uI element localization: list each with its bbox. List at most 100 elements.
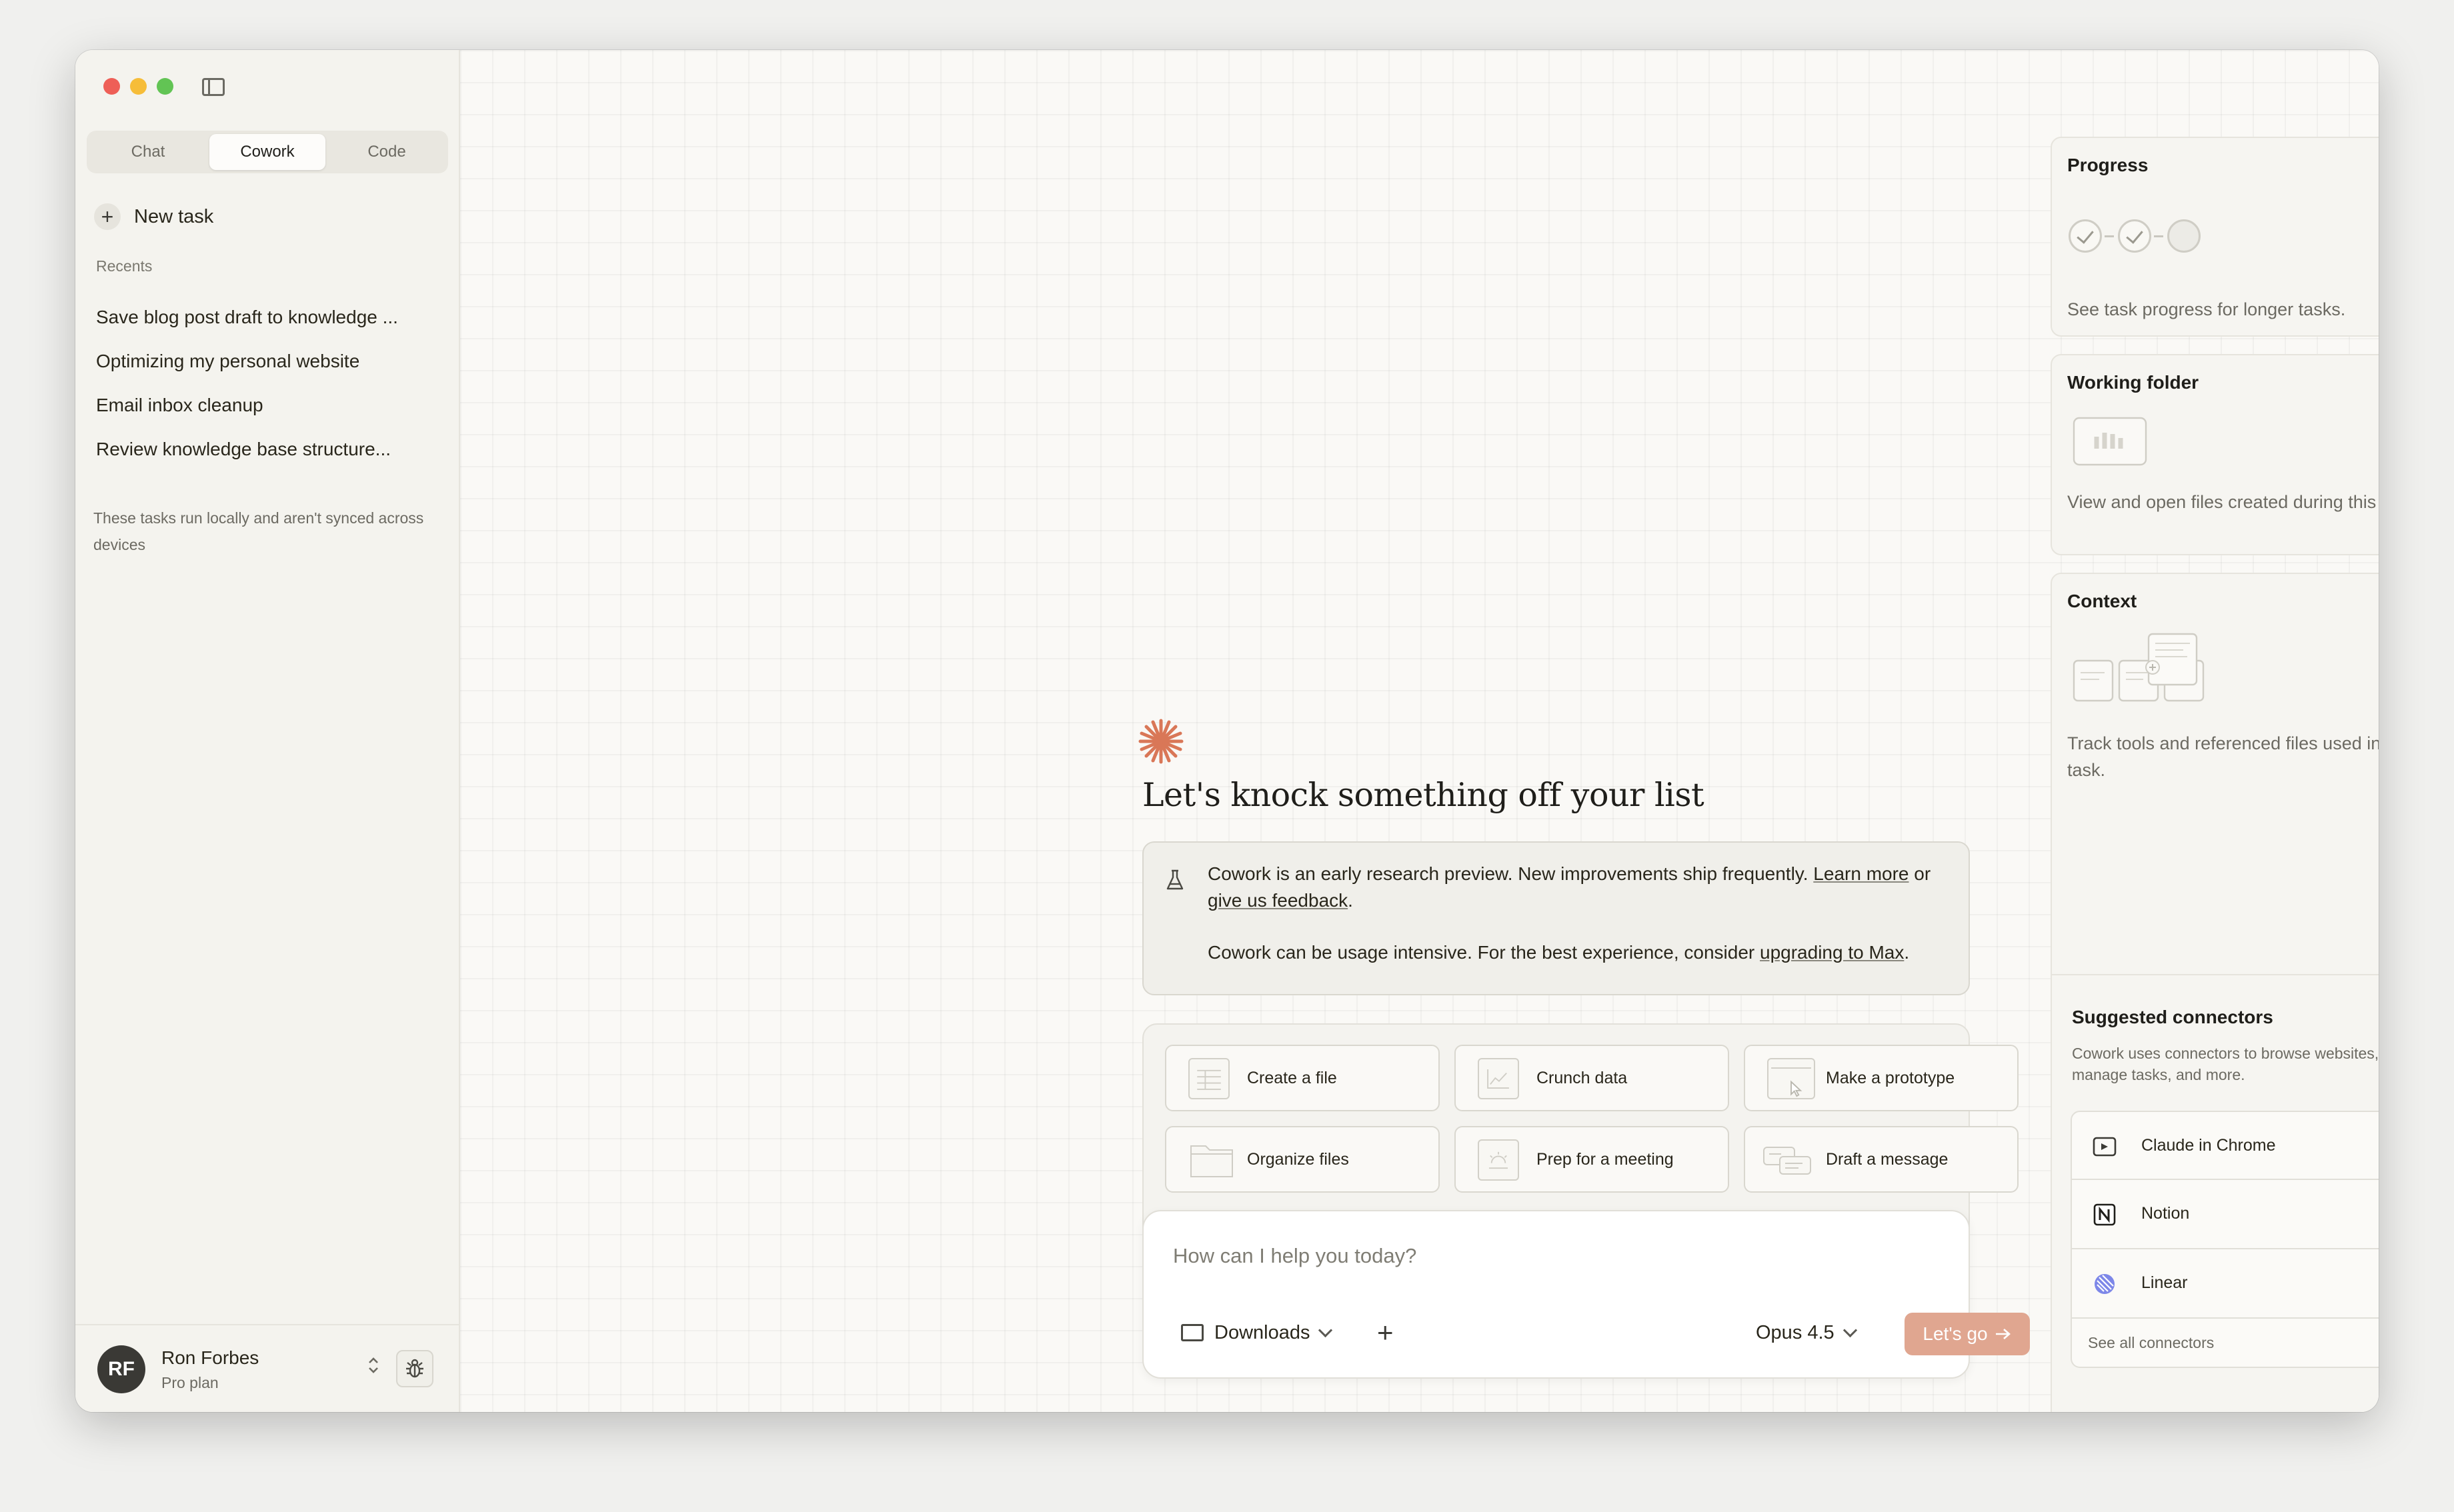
progress-description: See task progress for longer tasks. [2067,299,2346,319]
working-folder-card: Working folder View and open files creat… [2051,354,2379,555]
model-select[interactable]: Opus 4.5 [1756,1318,1857,1347]
connectors-description: Cowork uses connectors to browse website… [2072,1045,2379,1083]
step-complete-icon [2118,219,2151,253]
recents-heading: Recents [96,257,153,275]
action-label: Make a prototype [1826,1069,1955,1087]
context-description: Track tools and referenced files used in… [2067,733,2379,780]
step-connector [2154,235,2163,237]
folder-icon [1181,1324,1204,1341]
tab-code[interactable]: Code [329,134,445,170]
divider [2052,974,2379,975]
recent-task-item[interactable]: Email inbox cleanup [96,395,429,416]
model-name: Opus 4.5 [1756,1321,1834,1343]
arrow-right-icon [1995,1329,2011,1339]
notice-text: . [1348,890,1353,911]
action-label: Create a file [1247,1069,1337,1087]
working-folder-title: Working folder [2067,372,2199,393]
context-files-icon [2073,633,2205,702]
user-name[interactable]: Ron Forbes [161,1347,259,1369]
chevron-down-icon [1318,1323,1333,1337]
action-label: Crunch data [1536,1069,1628,1087]
research-preview-notice: Cowork is an early research preview. New… [1142,841,1970,995]
prompt-input[interactable] [1172,1235,1908,1277]
avatar[interactable]: RF [97,1345,145,1393]
calendar-icon [1478,1139,1519,1181]
step-connector [2105,235,2114,237]
working-folder-select[interactable]: Downloads [1181,1318,1333,1347]
spreadsheet-icon [1188,1058,1230,1099]
bug-report-button[interactable] [396,1350,433,1387]
bug-icon [406,1359,423,1378]
context-title: Context [2067,591,2137,611]
account-switcher-icon[interactable] [367,1356,379,1375]
action-label: Prep for a meeting [1536,1150,1674,1169]
action-prep-meeting[interactable]: Prep for a meeting [1454,1126,1729,1193]
feedback-link[interactable]: give us feedback [1208,890,1348,911]
action-label: Draft a message [1826,1150,1949,1169]
connectors-title: Suggested connectors [2072,1007,2273,1027]
mode-tabs: Chat Cowork Code [87,131,448,173]
recent-task-item[interactable]: Optimizing my personal website [96,351,429,372]
tab-cowork[interactable]: Cowork [209,134,325,170]
tab-chat[interactable]: Chat [90,134,206,170]
action-make-prototype[interactable]: Make a prototype [1744,1045,2019,1111]
claude-spark-icon [1138,719,1184,764]
plus-icon: + [94,203,121,230]
linear-icon [2095,1274,2115,1294]
upgrade-link[interactable]: upgrading to Max [1760,942,1904,963]
action-draft-message[interactable]: Draft a message [1744,1126,2019,1193]
connector-linear[interactable]: Linear + [2071,1249,2379,1319]
chart-icon [1478,1058,1519,1099]
sidebar: Chat Cowork Code + New task Recents Save… [75,50,460,1412]
close-window-button[interactable] [103,78,120,95]
add-attachment-button[interactable]: + [1377,1318,1394,1347]
notice-text: or [1914,863,1931,884]
notice-line-2: Cowork can be usage intensive. For the b… [1208,939,1941,966]
recent-task-item[interactable]: Review knowledge base structure... [96,439,429,460]
see-all-label: See all connectors [2088,1334,2215,1351]
connector-name: Notion [2141,1204,2190,1223]
action-create-file[interactable]: Create a file [1165,1045,1440,1111]
action-label: Organize files [1247,1150,1349,1169]
notice-text: Cowork is an early research preview. New… [1208,863,1808,884]
notice-text: Cowork can be usage intensive. For the b… [1208,942,1755,963]
user-plan: Pro plan [161,1374,219,1391]
connector-notion[interactable]: Notion + [2071,1180,2379,1249]
local-sync-note: These tasks run locally and aren't synce… [93,509,424,553]
new-task-label: New task [134,205,214,227]
chevron-down-icon [1843,1323,1857,1337]
composer: Downloads + Opus 4.5 Let's go [1142,1210,2030,1379]
zoom-window-button[interactable] [157,78,173,95]
notice-text: . [1904,942,1910,963]
submit-button[interactable]: Let's go [1905,1313,2030,1355]
folder-icon [1190,1145,1233,1177]
progress-title: Progress [2067,155,2149,175]
learn-more-link[interactable]: Learn more [1813,863,1909,884]
connector-name: Linear [2141,1273,2188,1292]
minimize-window-button[interactable] [130,78,147,95]
action-organize-files[interactable]: Organize files [1165,1126,1440,1193]
connector-name: Claude in Chrome [2141,1136,2276,1155]
app-window: Chat Cowork Code + New task Recents Save… [75,50,2379,1412]
notion-icon [2093,1203,2116,1226]
step-complete-icon [2069,219,2102,253]
connector-claude-in-chrome[interactable]: Claude in Chrome + [2071,1111,2379,1180]
notice-line-1: Cowork is an early research preview. New… [1208,861,1941,914]
beaker-icon [1166,869,1184,890]
window-cursor-icon [1767,1058,1815,1099]
sidebar-toggle-icon[interactable] [202,78,225,96]
submit-label: Let's go [1923,1323,1988,1344]
progress-card: Progress See task progress for longer ta… [2051,137,2379,337]
folder-chart-icon [2073,417,2147,466]
new-task-button[interactable]: + New task [94,202,213,231]
chat-bubbles-icon [1763,1147,1811,1175]
folder-name: Downloads [1214,1321,1310,1343]
step-pending-icon [2167,219,2201,253]
see-all-connectors-link[interactable]: See all connectors [2071,1319,2379,1368]
working-folder-description: View and open files created during this … [2067,492,2379,512]
recent-task-item[interactable]: Save blog post draft to knowledge ... [96,307,429,328]
page-title: Let's knock something off your list [1142,776,1704,814]
user-footer: RF Ron Forbes Pro plan [75,1324,459,1412]
action-crunch-data[interactable]: Crunch data [1454,1045,1729,1111]
chrome-extension-icon [2093,1137,2117,1157]
